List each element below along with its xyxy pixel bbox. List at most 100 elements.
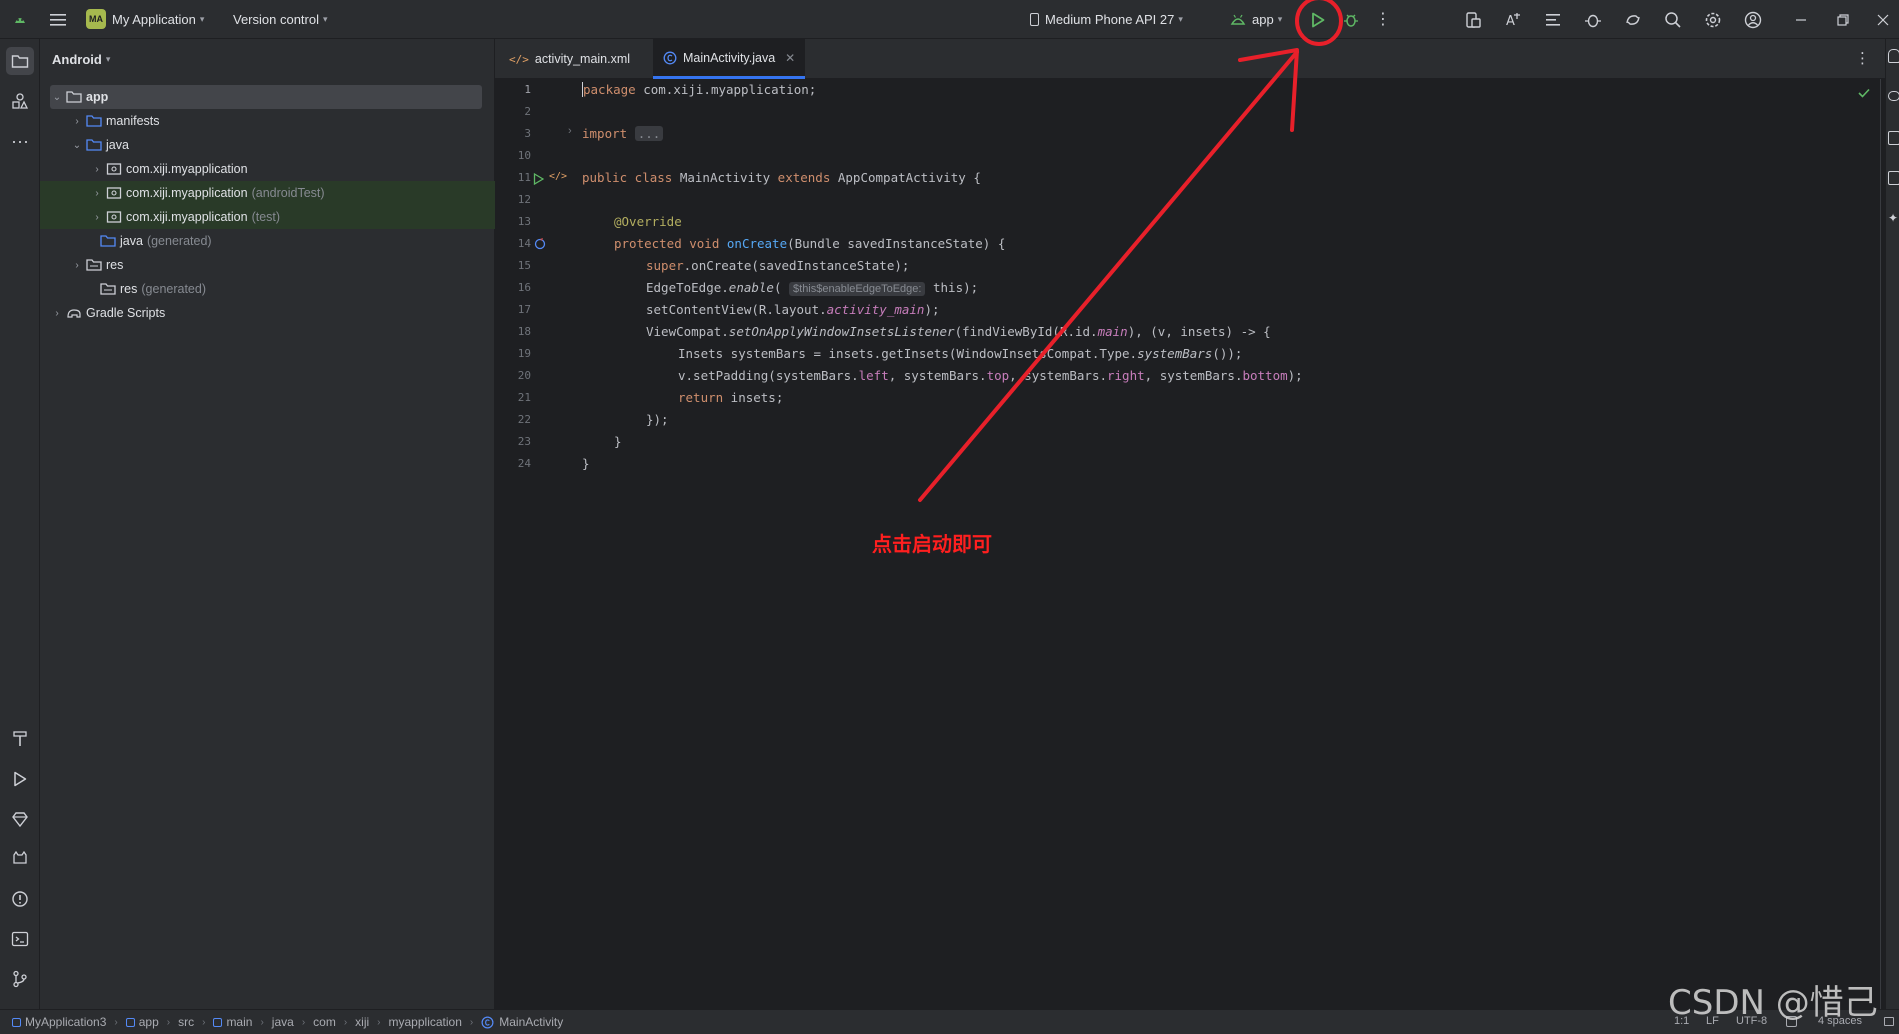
tree-item-gradle-scripts[interactable]: › Gradle Scripts: [40, 301, 495, 325]
device-manager-icon[interactable]: [1462, 9, 1484, 31]
run-configuration-selector[interactable]: app ▾: [1230, 8, 1282, 30]
code-line-24[interactable]: }: [582, 456, 590, 471]
tree-item-res[interactable]: › res: [40, 253, 495, 277]
tree-item-res-generated[interactable]: res (generated): [40, 277, 495, 301]
tree-item-manifests[interactable]: › manifests: [40, 109, 495, 133]
layout-inspector-icon[interactable]: [1542, 9, 1564, 31]
settings-gear-icon[interactable]: [1702, 9, 1724, 31]
app-quality-insights-button[interactable]: [6, 805, 34, 833]
folder-icon: [11, 55, 29, 68]
module-icon: [12, 1017, 21, 1027]
tree-item-java[interactable]: ⌄ java: [40, 133, 495, 157]
code-line-21[interactable]: return insets;: [582, 390, 783, 405]
debug-button[interactable]: [1340, 9, 1362, 31]
tree-item-app[interactable]: ⌄ app: [50, 85, 482, 109]
chevron-down-icon: ▾: [1178, 13, 1183, 24]
run-gutter-icon[interactable]: [533, 173, 544, 185]
code-line-23[interactable]: }: [582, 434, 622, 449]
fold-chevron-icon[interactable]: ›: [568, 125, 572, 137]
code-token: extends: [777, 170, 831, 185]
line-number: 2: [524, 105, 531, 118]
tree-item-package-main[interactable]: › com.xiji.myapplication: [40, 157, 495, 181]
lock-icon[interactable]: [1884, 1017, 1894, 1026]
notifications-icon[interactable]: [1888, 49, 1899, 63]
device-explorer-icon[interactable]: [1888, 131, 1899, 145]
code-line-22[interactable]: });: [582, 412, 669, 427]
tree-item-label: Gradle Scripts: [86, 306, 166, 320]
tree-item-hint: (generated): [146, 234, 212, 248]
sync-gradle-icon[interactable]: [1622, 9, 1644, 31]
java-class-icon: [663, 51, 677, 64]
resource-manager-button[interactable]: [6, 87, 34, 115]
play-icon: [1312, 12, 1325, 28]
code-line-18[interactable]: ViewCompat.setOnApplyWindowInsetsListene…: [582, 324, 1271, 339]
version-control-button[interactable]: [6, 965, 34, 993]
more-tool-windows-icon[interactable]: ···: [6, 127, 34, 155]
restore-window-icon[interactable]: [1832, 9, 1854, 31]
tree-item-label: manifests: [106, 114, 160, 128]
build-tool-button[interactable]: [6, 725, 34, 753]
breadcrumb-item[interactable]: xiji: [355, 1015, 369, 1029]
app-inspection-icon[interactable]: [1582, 9, 1604, 31]
version-control-menu[interactable]: Version control ▾: [233, 8, 328, 30]
project-selector[interactable]: MA My Application ▾: [86, 8, 204, 30]
main-menu-icon[interactable]: [48, 10, 68, 30]
code-line-14[interactable]: protected void onCreate(Bundle savedInst…: [582, 236, 1005, 251]
layout-link-icon[interactable]: </>: [549, 171, 567, 182]
code-line-17[interactable]: setContentView(R.layout.activity_main);: [582, 302, 940, 317]
tree-item-package-test[interactable]: › com.xiji.myapplication (test): [40, 205, 495, 229]
code-line-3[interactable]: import ...: [582, 126, 664, 141]
gemini-icon[interactable]: ✦: [1888, 211, 1898, 225]
breadcrumb-item[interactable]: java: [272, 1015, 294, 1029]
tab-actions-icon[interactable]: ⋮: [1855, 49, 1870, 67]
code-line-19[interactable]: Insets systemBars = insets.getInsets(Win…: [582, 346, 1242, 361]
breadcrumb-item[interactable]: main: [213, 1015, 252, 1029]
run-tool-button[interactable]: [6, 765, 34, 793]
project-tool-button[interactable]: [6, 47, 34, 75]
more-actions-icon[interactable]: ⋮: [1375, 10, 1391, 30]
folded-imports[interactable]: ...: [634, 126, 664, 141]
line-number: 15: [517, 259, 531, 272]
search-icon[interactable]: [1662, 9, 1684, 31]
code-line-15[interactable]: super.onCreate(savedInstanceState);: [582, 258, 909, 273]
tree-item-java-generated[interactable]: java (generated): [40, 229, 495, 253]
tree-item-package-androidtest[interactable]: › com.xiji.myapplication (androidTest): [40, 181, 495, 205]
code-line-13[interactable]: @Override: [582, 214, 682, 229]
right-margin-guide: [1880, 79, 1881, 1009]
line-number: 17: [517, 303, 531, 316]
problems-button[interactable]: [6, 885, 34, 913]
project-view-selector[interactable]: Android ▾: [40, 39, 494, 79]
annotation-text: 点击启动即可: [872, 532, 992, 556]
tab-mainactivity-java[interactable]: MainActivity.java ✕: [653, 39, 806, 79]
tree-item-label: java: [106, 138, 129, 152]
close-tab-icon[interactable]: ✕: [785, 51, 795, 65]
translate-icon[interactable]: A: [1502, 9, 1524, 31]
code-line-1[interactable]: package com.xiji.myapplication;: [582, 82, 816, 97]
breadcrumb-item[interactable]: myapplication: [389, 1015, 462, 1029]
breadcrumb-item[interactable]: MainActivity: [481, 1015, 563, 1029]
close-window-icon[interactable]: [1872, 9, 1894, 31]
account-icon[interactable]: [1742, 9, 1764, 31]
tree-item-label: java: [120, 234, 143, 248]
breadcrumb-item[interactable]: app: [125, 1015, 159, 1029]
breadcrumb-label: main: [226, 1015, 253, 1029]
code-token: @Override: [614, 214, 682, 229]
gradle-tool-icon[interactable]: [1888, 91, 1899, 101]
terminal-button[interactable]: [6, 925, 34, 953]
logcat-button[interactable]: [6, 845, 34, 873]
breadcrumb-item[interactable]: src: [178, 1015, 194, 1029]
breadcrumb-label: com: [313, 1015, 336, 1029]
running-devices-icon[interactable]: [1888, 171, 1899, 185]
breadcrumb-item[interactable]: com: [313, 1015, 336, 1029]
breadcrumb-item[interactable]: MyApplication3: [12, 1015, 106, 1029]
run-button[interactable]: [1307, 9, 1329, 31]
code-line-11[interactable]: public class MainActivity extends AppCom…: [582, 170, 981, 185]
override-method-icon[interactable]: [534, 238, 546, 250]
code-line-20[interactable]: v.setPadding(systemBars.left, systemBars…: [582, 368, 1303, 383]
title-bar: MA My Application ▾ Version control ▾ Me…: [0, 0, 1899, 39]
code-line-16[interactable]: EdgeToEdge.enable( $this$enableEdgeToEdg…: [582, 280, 978, 296]
chevron-right-icon: ›: [114, 1016, 118, 1028]
minimize-window-icon[interactable]: [1790, 9, 1812, 31]
device-selector[interactable]: Medium Phone API 27 ▾: [1030, 8, 1183, 30]
tab-activity-main-xml[interactable]: </> activity_main.xml: [499, 39, 640, 79]
